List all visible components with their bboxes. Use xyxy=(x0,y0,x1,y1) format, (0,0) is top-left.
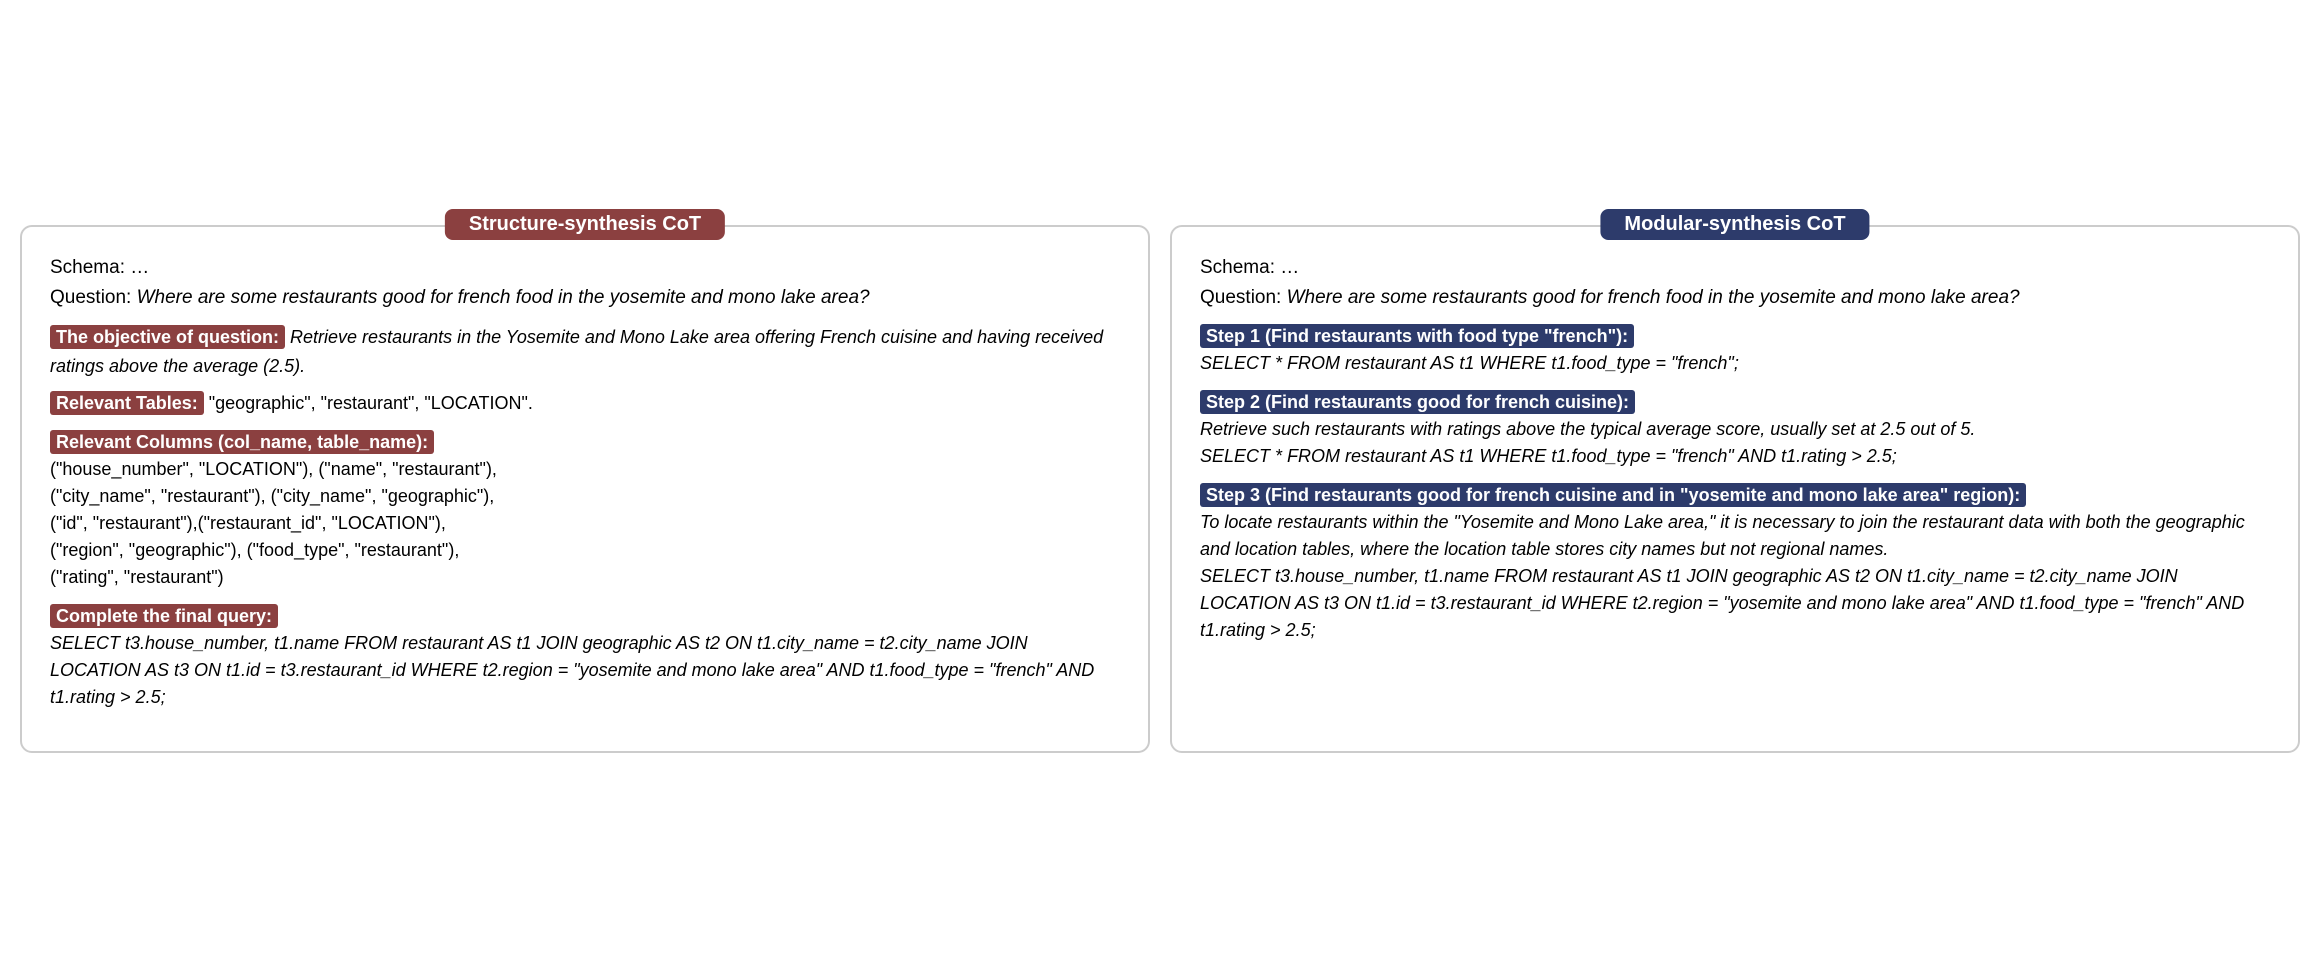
right-question-text: Where are some restaurants good for fren… xyxy=(1287,287,2020,308)
left-columns-section: Relevant Columns (col_name, table_name):… xyxy=(50,429,1120,591)
right-panel-title: Modular-synthesis CoT xyxy=(1600,209,1869,240)
right-step1-label: Step 1 (Find restaurants with food type … xyxy=(1200,324,1634,348)
left-question-prefix: Question: xyxy=(50,287,137,308)
right-step1-section: Step 1 (Find restaurants with food type … xyxy=(1200,323,2270,377)
left-question-text: Where are some restaurants good for fren… xyxy=(137,287,870,308)
right-step3-section: Step 3 (Find restaurants good for french… xyxy=(1200,482,2270,644)
left-panel: Structure-synthesis CoT Schema: … Questi… xyxy=(20,225,1150,754)
right-step2-code: SELECT * FROM restaurant AS t1 WHERE t1.… xyxy=(1200,446,1897,466)
right-step2-label: Step 2 (Find restaurants good for french… xyxy=(1200,390,1635,414)
left-query-label: Complete the final query: xyxy=(50,604,278,628)
right-question: Question: Where are some restaurants goo… xyxy=(1200,287,2270,309)
left-tables-text: "geographic", "restaurant", "LOCATION". xyxy=(209,393,533,413)
right-step2-desc: Retrieve such restaurants with ratings a… xyxy=(1200,419,1975,439)
left-schema: Schema: … xyxy=(50,257,1120,279)
left-query-text: SELECT t3.house_number, t1.name FROM res… xyxy=(50,633,1094,707)
left-objective-section: The objective of question: Retrieve rest… xyxy=(50,323,1120,381)
left-columns-text: ("house_number", "LOCATION"), ("name", "… xyxy=(50,459,497,587)
left-tables-label: Relevant Tables: xyxy=(50,391,204,415)
left-query-section: Complete the final query: SELECT t3.hous… xyxy=(50,603,1120,711)
right-panel: Modular-synthesis CoT Schema: … Question… xyxy=(1170,225,2300,754)
left-question: Question: Where are some restaurants goo… xyxy=(50,287,1120,309)
left-panel-title: Structure-synthesis CoT xyxy=(445,209,725,240)
left-objective-label: The objective of question: xyxy=(50,325,285,349)
right-question-prefix: Question: xyxy=(1200,287,1287,308)
right-schema: Schema: … xyxy=(1200,257,2270,279)
right-step3-label: Step 3 (Find restaurants good for french… xyxy=(1200,483,2026,507)
right-step3-desc: To locate restaurants within the "Yosemi… xyxy=(1200,512,2245,640)
main-container: Structure-synthesis CoT Schema: … Questi… xyxy=(20,225,2300,754)
left-tables-section: Relevant Tables: "geographic", "restaura… xyxy=(50,390,1120,417)
right-step2-section: Step 2 (Find restaurants good for french… xyxy=(1200,389,2270,470)
left-columns-label: Relevant Columns (col_name, table_name): xyxy=(50,430,434,454)
right-step1-text: SELECT * FROM restaurant AS t1 WHERE t1.… xyxy=(1200,353,1739,373)
